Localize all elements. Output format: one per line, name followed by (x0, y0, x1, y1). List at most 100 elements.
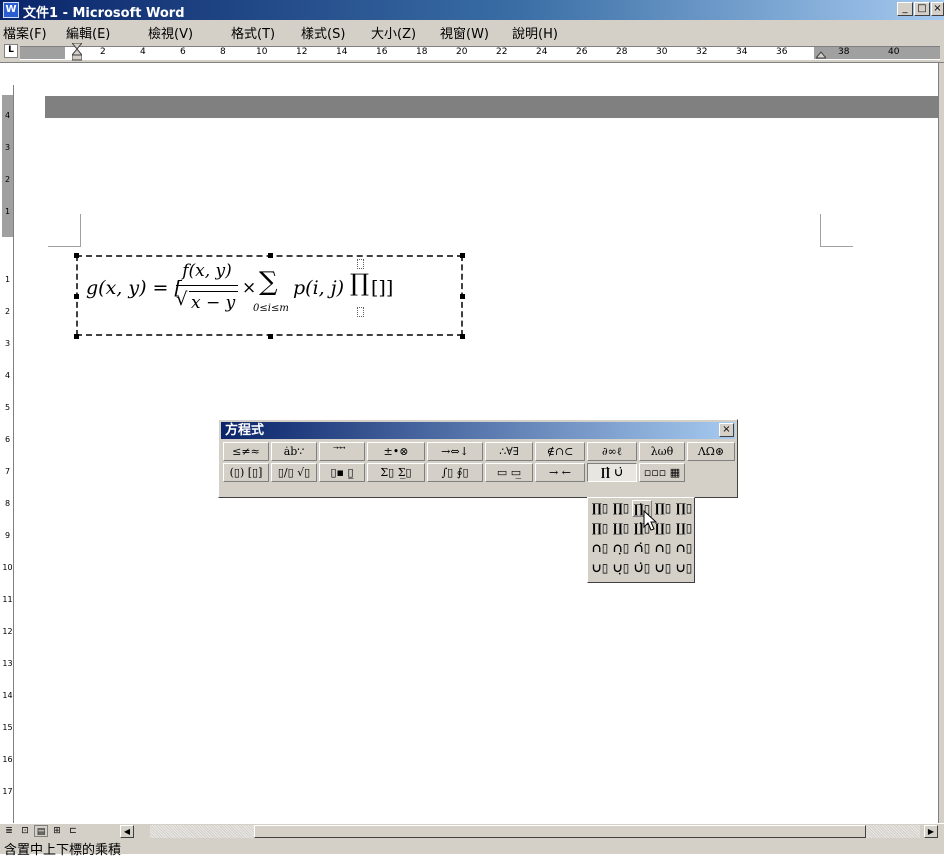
ruler-tick: 18 (416, 47, 428, 57)
fraction-bar (176, 285, 238, 286)
word-app-icon[interactable]: W (3, 2, 19, 18)
ruler-tick: 6 (4, 435, 11, 444)
resize-handle[interactable] (460, 334, 465, 339)
ruler-tick: 28 (616, 47, 628, 57)
close-button[interactable]: × (931, 2, 944, 16)
vertical-ruler[interactable]: 4 3 2 1 1 2 3 4 5 6 7 8 9 10 11 12 13 14… (2, 85, 14, 823)
misc-symbols-button[interactable]: ∂∞ℓ (587, 442, 637, 461)
right-indent-marker-icon[interactable] (816, 51, 826, 59)
equation-toolbar[interactable]: 方程式 × ≤≠≈ ȧb∵ ⃗ ⃗ ⃗ ±•⊗ →⇔↓ ∴∀∃ ∉∩⊂ ∂∞ℓ … (218, 419, 738, 498)
labeled-arrow-templates-button[interactable]: → ← (535, 463, 585, 482)
palette-template-button[interactable]: ∪▯ (653, 560, 673, 577)
ruler-tick: 10 (256, 47, 268, 57)
palette-template-button[interactable]: ∩̇▯ (632, 540, 652, 557)
ruler-tick: 24 (536, 47, 548, 57)
print-layout-button[interactable]: ▤ (34, 825, 48, 837)
spaces-ellipses-button[interactable]: ȧb∵ (271, 442, 317, 461)
product-templates-palette[interactable]: ∏▯ ∏̣▯ ∏̇▯ ∏▯ ∏▯ ∏▯ ∐▯ ∐̇▯ ∐▯ ∐▯ ∩▯ ∩̣▯ … (587, 497, 695, 583)
equation-times: × (242, 278, 257, 298)
ruler-tick: 36 (776, 47, 788, 57)
normal-view-button[interactable]: ≣ (2, 825, 16, 837)
maximize-button[interactable]: □ (914, 2, 930, 16)
tab-selector-button[interactable]: L (4, 44, 18, 58)
equation-toolbar-title[interactable]: 方程式 (221, 422, 735, 439)
ruler-tick: 11 (2, 595, 13, 604)
palette-template-button[interactable]: ∏▯ (590, 520, 610, 537)
ruler-tick: 34 (736, 47, 748, 57)
fraction-radical-templates-button[interactable]: ▯/▯ √▯ (271, 463, 317, 482)
horizontal-scroll-thumb[interactable] (254, 825, 866, 838)
palette-template-button[interactable]: ∪▯ (674, 560, 694, 577)
ruler-tick: 8 (220, 47, 226, 57)
greek-uppercase-button[interactable]: ΛΩ⊛ (687, 442, 735, 461)
scroll-right-button[interactable]: ▶ (924, 825, 938, 838)
outline-view-button[interactable]: ⊞ (50, 825, 64, 837)
horizontal-ruler[interactable]: 2 4 6 8 10 12 14 16 18 20 22 24 26 28 30… (20, 43, 940, 61)
palette-template-button[interactable]: ∏▯ (590, 500, 610, 517)
palette-template-button[interactable]: ∩▯ (653, 540, 673, 557)
resize-handle[interactable] (74, 334, 79, 339)
minimize-button[interactable]: _ (897, 2, 913, 16)
fence-templates-button[interactable]: (▯) [▯] (223, 463, 269, 482)
ruler-tick: 8 (4, 499, 11, 508)
resize-handle[interactable] (460, 294, 465, 299)
product-upper-slot[interactable] (357, 259, 364, 269)
resize-handle[interactable] (460, 253, 465, 258)
arrow-symbols-button[interactable]: →⇔↓ (427, 442, 483, 461)
reading-view-button[interactable]: ⊏ (66, 825, 80, 837)
equation-editor-box[interactable]: g(x, y) = [ f(x, y) √ x − y × ∑ 0≤i≤m p(… (76, 255, 463, 336)
crop-mark (80, 214, 81, 247)
underbar-overbar-templates-button[interactable]: ▭ ▭̲ (485, 463, 533, 482)
ruler-tick: 6 (180, 47, 186, 57)
ruler-tick: 14 (336, 47, 348, 57)
palette-template-button[interactable]: ∩̣▯ (611, 540, 631, 557)
palette-template-button[interactable]: ∪̣▯ (611, 560, 631, 577)
palette-template-button[interactable]: ∩▯ (590, 540, 610, 557)
palette-template-button[interactable]: ∪̇▯ (632, 560, 652, 577)
relational-symbols-button[interactable]: ≤≠≈ (223, 442, 269, 461)
palette-template-button[interactable]: ∐▯ (674, 520, 694, 537)
matrix-templates-button[interactable]: ▫▫▫ ▦ (639, 463, 685, 482)
palette-template-button[interactable]: ∪▯ (590, 560, 610, 577)
palette-template-button[interactable]: ∩▯ (674, 540, 694, 557)
subscript-superscript-templates-button[interactable]: ▯▪ ▯̲ (319, 463, 365, 482)
sqrt-overline (189, 291, 238, 292)
set-theory-symbols-button[interactable]: ∉∩⊂ (535, 442, 585, 461)
resize-handle[interactable] (74, 294, 79, 299)
ruler-right-margin (814, 47, 940, 59)
horizontal-ruler-bar: L 2 4 6 8 10 12 14 16 18 20 22 24 26 28 … (0, 40, 944, 63)
ruler-tick: 2 (100, 47, 106, 57)
ruler-tick: 9 (4, 531, 11, 540)
web-view-button[interactable]: ⊡ (18, 825, 32, 837)
ruler-tick: 2 (4, 175, 11, 184)
ruler-tick: 32 (696, 47, 708, 57)
sum-subscript: 0≤i≤m (253, 303, 289, 314)
resize-handle[interactable] (74, 253, 79, 258)
equation-numerator: f(x, y) (182, 261, 232, 281)
mouse-cursor-icon (643, 510, 657, 531)
vertical-scrollbar[interactable] (938, 63, 944, 823)
scroll-left-button[interactable]: ◀ (120, 825, 134, 838)
equation-tail: []] (371, 277, 394, 299)
indent-marker-icon[interactable] (72, 43, 82, 61)
palette-template-button[interactable]: ∏̣▯ (611, 500, 631, 517)
palette-template-button[interactable]: ∏▯ (674, 500, 694, 517)
palette-template-button[interactable]: ∐▯ (611, 520, 631, 537)
crop-mark (820, 214, 821, 247)
operator-symbols-button[interactable]: ±•⊗ (367, 442, 425, 461)
equation-toolbar-close-button[interactable]: × (719, 423, 734, 437)
summation-templates-button[interactable]: Σ▯ Σ̲▯ (367, 463, 425, 482)
sqrt-icon: √ (176, 289, 188, 310)
resize-handle[interactable] (268, 334, 273, 339)
logical-symbols-button[interactable]: ∴∀∃ (485, 442, 533, 461)
ruler-tick: 13 (2, 659, 13, 668)
embellishments-button[interactable]: ⃗ ⃗ ⃗ (319, 442, 365, 461)
product-lower-slot[interactable] (357, 307, 364, 317)
resize-handle[interactable] (268, 253, 273, 258)
greek-lowercase-button[interactable]: λωθ (639, 442, 685, 461)
ruler-tick: 26 (576, 47, 588, 57)
integral-templates-button[interactable]: ∫▯ ∮▯ (427, 463, 483, 482)
product-icon: ∏ (350, 269, 370, 297)
product-set-templates-button[interactable]: ∏̇ ∪̇ (587, 463, 637, 482)
equation-lhs: g(x, y) = [ (86, 277, 182, 299)
